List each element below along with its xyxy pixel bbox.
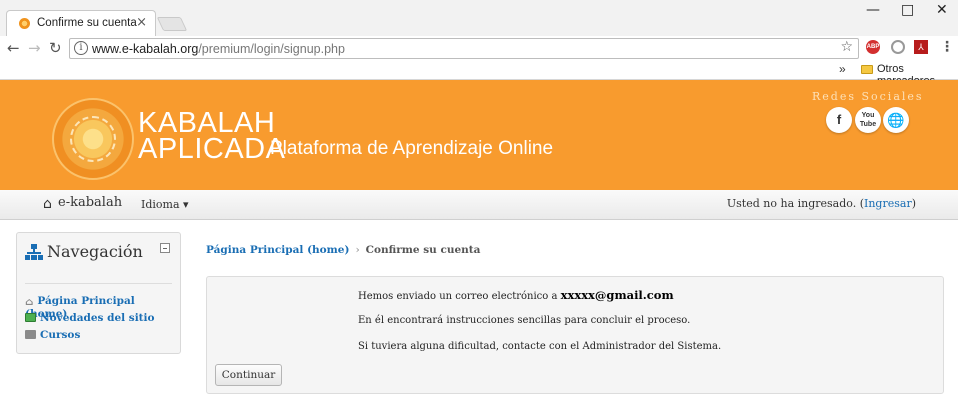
browser-tabstrip: Confirme su cuenta × — □ ✕ <box>0 0 958 36</box>
facebook-icon[interactable]: f <box>826 107 852 133</box>
adblock-extension-icon[interactable]: ABP <box>866 40 880 54</box>
youtube-icon[interactable]: You Tube <box>855 107 881 133</box>
kabalah-logo[interactable] <box>52 98 134 180</box>
site-header: KABALAH APLICADA Plataforma de Aprendiza… <box>0 80 958 190</box>
login-info: Usted no ha ingresado. (Ingresar) <box>727 197 916 210</box>
pdf-extension-icon[interactable]: ⅄ <box>914 40 928 54</box>
nav-item-label: Cursos <box>40 329 81 341</box>
bookmark-star-icon[interactable]: ☆ <box>840 39 853 55</box>
folder-icon <box>25 330 36 339</box>
maximize-button[interactable]: □ <box>901 2 914 18</box>
breadcrumb-current: Confirme su cuenta <box>365 244 481 256</box>
browser-toolbar: ← → ↻ i www.e-kabalah.org/premium/login/… <box>0 36 958 60</box>
minimize-button[interactable]: — <box>866 2 880 18</box>
navbar-brand-link[interactable]: e-kabalah <box>58 195 122 210</box>
new-tab-button[interactable] <box>156 17 188 31</box>
tab-close-icon[interactable]: × <box>136 15 147 30</box>
brand-line-2[interactable]: APLICADA <box>138 135 285 164</box>
login-close-paren: ) <box>911 197 916 210</box>
collapse-icon[interactable] <box>160 243 170 253</box>
browser-menu-icon[interactable]: ⋮ <box>940 39 954 55</box>
breadcrumb-home-link[interactable]: Página Principal (home) <box>206 244 349 256</box>
browser-tab[interactable]: Confirme su cuenta × <box>6 10 156 36</box>
reload-icon[interactable]: ↻ <box>49 39 62 57</box>
login-link[interactable]: Ingresar <box>864 197 912 210</box>
close-window-button[interactable]: ✕ <box>936 2 948 18</box>
home-icon: ⌂ <box>25 297 34 308</box>
social-title: Redes Sociales <box>812 90 924 103</box>
address-bar[interactable]: i www.e-kabalah.org/premium/login/signup… <box>69 38 859 59</box>
url-text[interactable]: www.e-kabalah.org/premium/login/signup.p… <box>92 42 345 56</box>
notice-line-3: Si tuviera alguna dificultad, contacte c… <box>358 341 722 352</box>
home-icon[interactable]: ⌂ <box>43 196 52 212</box>
news-icon <box>25 313 36 322</box>
bookmarks-bar: » Otros marcadores <box>0 60 958 87</box>
block-title: Navegación <box>47 242 143 261</box>
site-tagline: Plataforma de Aprendizaje Online <box>270 138 554 159</box>
url-host: www.e-kabalah.org <box>92 42 199 56</box>
language-menu[interactable]: Idioma ▾ <box>141 198 189 211</box>
info-icon[interactable]: i <box>74 41 88 55</box>
tab-title: Confirme su cuenta <box>37 17 137 29</box>
notice-line-1-text: Hemos enviado un correo electrónico a <box>358 291 561 302</box>
divider <box>25 283 172 284</box>
navigation-block: Navegación ⌂ Página Principal (home) Nove… <box>16 232 181 354</box>
continue-button[interactable]: Continuar <box>215 364 282 386</box>
logo-flower-icon <box>70 116 116 162</box>
url-path: /premium/login/signup.php <box>198 42 345 56</box>
confirmation-notice: Hemos enviado un correo electrónico a xx… <box>206 276 944 394</box>
folder-icon <box>861 65 873 74</box>
notice-line-2: En él encontrará instrucciones sencillas… <box>358 315 691 326</box>
globe-icon[interactable]: 🌐 <box>883 107 909 133</box>
site-navbar: ⌂ e-kabalah Idioma ▾ Usted no ha ingresa… <box>0 190 958 220</box>
clock-extension-icon[interactable] <box>891 40 905 54</box>
nav-item-courses[interactable]: Cursos <box>25 329 80 341</box>
forward-arrow-icon[interactable]: → <box>28 39 41 57</box>
nav-item-label: Novedades del sitio <box>40 312 155 324</box>
notice-email: xxxxx@gmail.com <box>560 288 674 302</box>
site-favicon-icon <box>19 18 30 29</box>
breadcrumb: Página Principal (home) › Confirme su cuen… <box>206 244 480 256</box>
breadcrumb-separator: › <box>355 244 360 256</box>
nav-item-news[interactable]: Novedades del sitio <box>25 312 155 324</box>
bookmarks-overflow-icon[interactable]: » <box>839 62 846 76</box>
login-status-text: Usted no ha ingresado. ( <box>726 197 864 210</box>
sitemap-icon <box>25 244 43 262</box>
back-arrow-icon[interactable]: ← <box>7 39 20 57</box>
notice-line-1: Hemos enviado un correo electrónico a xx… <box>358 288 674 302</box>
